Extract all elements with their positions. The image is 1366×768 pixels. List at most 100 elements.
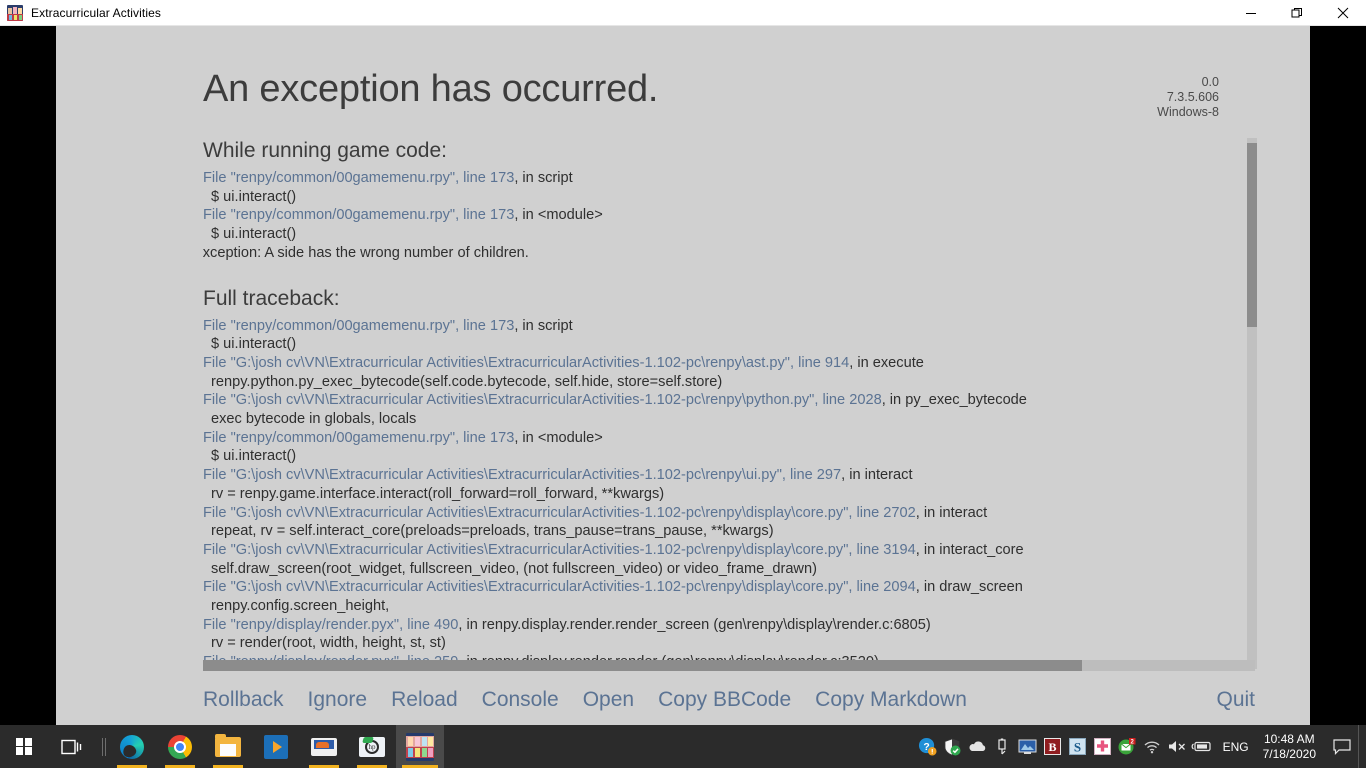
traceback-line: File "G:\josh cv\VN\Extracurricular Acti… <box>203 504 1255 523</box>
traceback-scroll-area[interactable]: While running game code: File "renpy/comm… <box>203 136 1255 669</box>
traceback-file-ref: File "G:\josh cv\VN\Extracurricular Acti… <box>203 392 882 409</box>
maximize-restore-button[interactable] <box>1274 0 1320 26</box>
tray-help-alert-icon[interactable]: ? <box>915 725 940 768</box>
taskbar-media-player[interactable] <box>252 725 300 768</box>
window-controls <box>1228 0 1366 26</box>
svg-text:B: B <box>1048 740 1056 754</box>
tray-display-icon[interactable] <box>1015 725 1040 768</box>
traceback-line: $ ui.interact() <box>211 226 297 243</box>
traceback-line: repeat, rv = self.interact_core(preloads… <box>211 523 774 540</box>
tray-sync-icon[interactable]: S <box>1065 725 1090 768</box>
tray-language[interactable]: ENG <box>1215 740 1257 754</box>
traceback-file-context: , in <module> <box>514 429 603 446</box>
traceback-file-context: , in <module> <box>514 207 603 224</box>
taskbar-divider <box>96 725 108 768</box>
action-button-row: Rollback Ignore Reload Console Open Copy BBCo… <box>203 683 1255 717</box>
task-view-button[interactable] <box>48 725 96 768</box>
traceback-file-context: , in draw_screen <box>915 579 1023 596</box>
screen: Extracurricular Activities An exception … <box>0 0 1366 768</box>
tray-date: 7/18/2020 <box>1262 746 1316 761</box>
version-line-platform: Windows-8 <box>1157 105 1219 120</box>
tray-bitdefender-icon[interactable]: B <box>1040 725 1065 768</box>
traceback-line: $ ui.interact() <box>211 188 297 205</box>
start-button[interactable] <box>0 725 48 768</box>
window-title-bar: Extracurricular Activities <box>0 0 1366 26</box>
traceback-line: File "G:\josh cv\VN\Extracurricular Acti… <box>203 541 1255 560</box>
page-title: An exception has occurred. <box>203 68 659 110</box>
copy-markdown-button[interactable]: Copy Markdown <box>815 688 967 712</box>
traceback-file-context: , in execute <box>849 354 924 371</box>
system-tray: ? B S 2 ENG 10:48 AM 7/18/2020 <box>915 725 1366 768</box>
minimize-button[interactable] <box>1228 0 1274 26</box>
traceback-line: rv = renpy.game.interface.interact(roll_… <box>211 485 665 502</box>
quit-button[interactable]: Quit <box>1216 688 1255 712</box>
tray-mail-icon[interactable]: 2 <box>1115 725 1140 768</box>
tray-time: 10:48 AM <box>1263 731 1315 746</box>
close-button[interactable] <box>1320 0 1366 26</box>
tray-network-icon[interactable] <box>1140 725 1165 768</box>
version-info: 0.0 7.3.5.606 Windows-8 <box>1157 75 1219 121</box>
traceback-line: Exception: A side has the wrong number o… <box>203 244 529 261</box>
desktop-background: An exception has occurred. 0.0 7.3.5.606… <box>0 26 1366 725</box>
traceback-lines: File "renpy/common/00gamemenu.rpy", line… <box>203 169 1255 263</box>
traceback-line: $ ui.interact() <box>211 336 297 353</box>
vertical-scrollbar-thumb[interactable] <box>1247 143 1257 327</box>
taskbar: hp ? B S 2 ENG 10:48 AM 7/18/2020 <box>0 725 1366 768</box>
action-center-button[interactable] <box>1326 725 1358 768</box>
game-app-icon <box>7 4 23 21</box>
taskbar-edge[interactable] <box>108 725 156 768</box>
edge-icon <box>120 734 144 759</box>
tray-security-icon[interactable] <box>940 725 965 768</box>
svg-text:S: S <box>1073 740 1080 755</box>
traceback-file-context: , in interact_core <box>915 541 1024 558</box>
tray-volume-icon[interactable] <box>1165 725 1190 768</box>
traceback-line: renpy.python.py_exec_bytecode(self.code.… <box>211 373 723 390</box>
taskbar-chrome[interactable] <box>156 725 204 768</box>
console-button[interactable]: Console <box>482 688 559 712</box>
game-app-icon <box>406 732 434 761</box>
hp-icon: hp <box>359 736 385 757</box>
tray-battery-icon[interactable] <box>1190 725 1215 768</box>
traceback-line: File "renpy/common/00gamemenu.rpy", line… <box>203 169 1255 188</box>
traceback-section-title: While running game code: <box>203 139 447 162</box>
notifications-icon <box>1333 738 1351 755</box>
traceback-file-context: , in interact <box>841 467 913 484</box>
windows-logo-icon <box>15 738 33 755</box>
task-view-icon <box>61 739 82 754</box>
traceback-file-context: , in renpy.display.render.render_screen … <box>458 616 931 633</box>
vertical-scrollbar[interactable] <box>1247 138 1257 669</box>
traceback-file-context: , in interact <box>915 504 988 521</box>
laptop-icon <box>311 737 337 756</box>
ignore-button[interactable]: Ignore <box>308 688 368 712</box>
traceback-file-ref: File "renpy/common/00gamemenu.rpy", line… <box>203 170 515 186</box>
copy-bbcode-button[interactable]: Copy BBCode <box>658 688 791 712</box>
traceback-file-ref: File "G:\josh cv\VN\Extracurricular Acti… <box>203 541 916 558</box>
window-title: Extracurricular Activities <box>31 5 161 20</box>
tray-usb-icon[interactable] <box>990 725 1015 768</box>
taskbar-laptop-app[interactable] <box>300 725 348 768</box>
traceback-line: File "G:\josh cv\VN\Extracurricular Acti… <box>203 578 1255 597</box>
tray-health-icon[interactable] <box>1090 725 1115 768</box>
horizontal-scrollbar[interactable] <box>203 660 1255 671</box>
open-button[interactable]: Open <box>583 688 634 712</box>
traceback-file-ref: File "renpy/common/00gamemenu.rpy", line… <box>203 317 515 334</box>
horizontal-scrollbar-thumb[interactable] <box>203 660 1082 671</box>
traceback-file-ref: File "G:\josh cv\VN\Extracurricular Acti… <box>203 354 850 371</box>
show-desktop-button[interactable] <box>1358 725 1366 768</box>
tray-clock[interactable]: 10:48 AM 7/18/2020 <box>1257 732 1326 762</box>
traceback-file-ref: File "renpy/common/00gamemenu.rpy", line… <box>203 429 515 446</box>
traceback-line: File "G:\josh cv\VN\Extracurricular Acti… <box>203 391 1255 410</box>
rollback-button[interactable]: Rollback <box>203 688 284 712</box>
traceback-section-title: Full traceback: <box>203 286 340 310</box>
folder-icon <box>215 733 241 757</box>
taskbar-extracurricular-activities[interactable] <box>396 725 444 768</box>
tray-onedrive-icon[interactable] <box>965 725 990 768</box>
reload-button[interactable]: Reload <box>391 688 458 712</box>
traceback-file-ref: File "G:\josh cv\VN\Extracurricular Acti… <box>203 579 916 596</box>
traceback-line: exec bytecode in globals, locals <box>211 411 417 428</box>
taskbar-file-explorer[interactable] <box>204 725 252 768</box>
traceback-line: renpy.config.screen_height, <box>211 598 390 615</box>
traceback-line: File "renpy/common/00gamemenu.rpy", line… <box>203 429 1255 448</box>
version-line-renpy: 7.3.5.606 <box>1166 90 1219 105</box>
taskbar-hp-app[interactable]: hp <box>348 725 396 768</box>
